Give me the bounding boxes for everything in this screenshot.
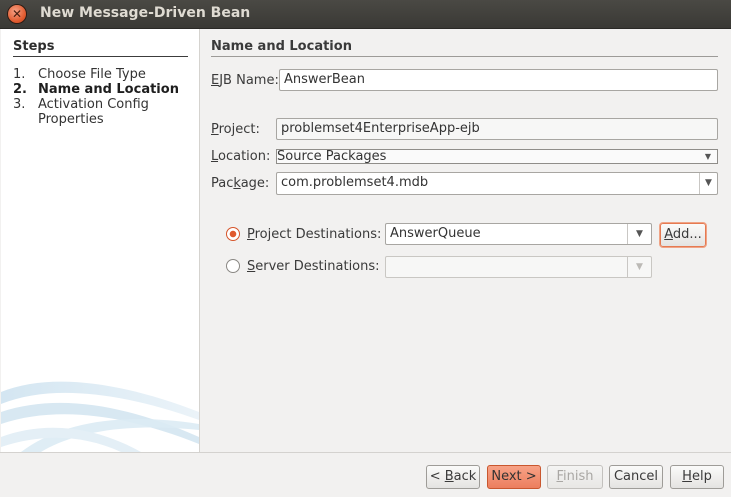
server-destinations-combobox[interactable]: ▼	[385, 256, 652, 278]
ejb-name-input[interactable]: AnswerBean	[279, 69, 718, 91]
add-destination-button[interactable]: Add...	[660, 223, 706, 247]
steps-divider	[13, 56, 188, 57]
step-item-3: 3. Activation Config Properties	[13, 97, 168, 127]
help-button[interactable]: Help	[670, 465, 724, 489]
back-button[interactable]: < Back	[426, 465, 480, 489]
step-label: Choose File Type	[38, 67, 146, 82]
location-value: Source Packages	[277, 149, 387, 164]
cancel-button[interactable]: Cancel	[609, 465, 663, 489]
server-destinations-label[interactable]: Server Destinations:	[247, 259, 380, 274]
step-number: 1.	[13, 67, 26, 82]
window-title: New Message-Driven Bean	[40, 5, 251, 21]
step-item-1: 1. Choose File Type	[13, 67, 146, 82]
footer-divider	[0, 452, 731, 453]
project-destinations-combobox[interactable]: AnswerQueue ▼	[385, 223, 652, 245]
chevron-down-icon[interactable]: ▼	[699, 173, 717, 194]
step-number: 2.	[13, 82, 27, 97]
title-bar: ✕ New Message-Driven Bean	[0, 0, 731, 29]
project-field[interactable]: problemset4EnterpriseApp-ejb	[276, 118, 718, 140]
location-dropdown[interactable]: Source Packages ▼	[276, 149, 718, 164]
project-destinations-radio[interactable]	[226, 227, 240, 241]
title-divider	[211, 56, 718, 57]
page-title: Name and Location	[211, 39, 352, 54]
chevron-down-icon: ▼	[627, 257, 651, 277]
project-destinations-label[interactable]: Project Destinations:	[247, 227, 381, 242]
location-label: Location:	[211, 149, 271, 164]
project-destination-value: AnswerQueue	[390, 226, 481, 241]
step-item-2-current: 2. Name and Location	[13, 82, 179, 97]
steps-title: Steps	[13, 39, 55, 54]
package-combobox[interactable]: com.problemset4.mdb ▼	[276, 172, 718, 195]
step-label: Name and Location	[38, 82, 179, 97]
step-number: 3.	[13, 97, 26, 112]
chevron-down-icon[interactable]: ▼	[699, 150, 717, 163]
step-label: Activation Config Properties	[38, 97, 149, 127]
project-label: Project:	[211, 122, 260, 137]
package-value: com.problemset4.mdb	[281, 175, 429, 190]
next-button[interactable]: Next >	[487, 465, 541, 489]
package-label: Package:	[211, 176, 270, 191]
server-destinations-radio[interactable]	[226, 259, 240, 273]
chevron-down-icon[interactable]: ▼	[627, 224, 651, 244]
decorative-swirl-graphic	[1, 381, 199, 452]
ejb-name-label: EJB Name:	[211, 73, 279, 88]
finish-button: Finish	[547, 465, 603, 489]
steps-panel: Steps 1. Choose File Type 2. Name and Loca…	[1, 29, 200, 452]
close-icon[interactable]: ✕	[8, 5, 26, 23]
